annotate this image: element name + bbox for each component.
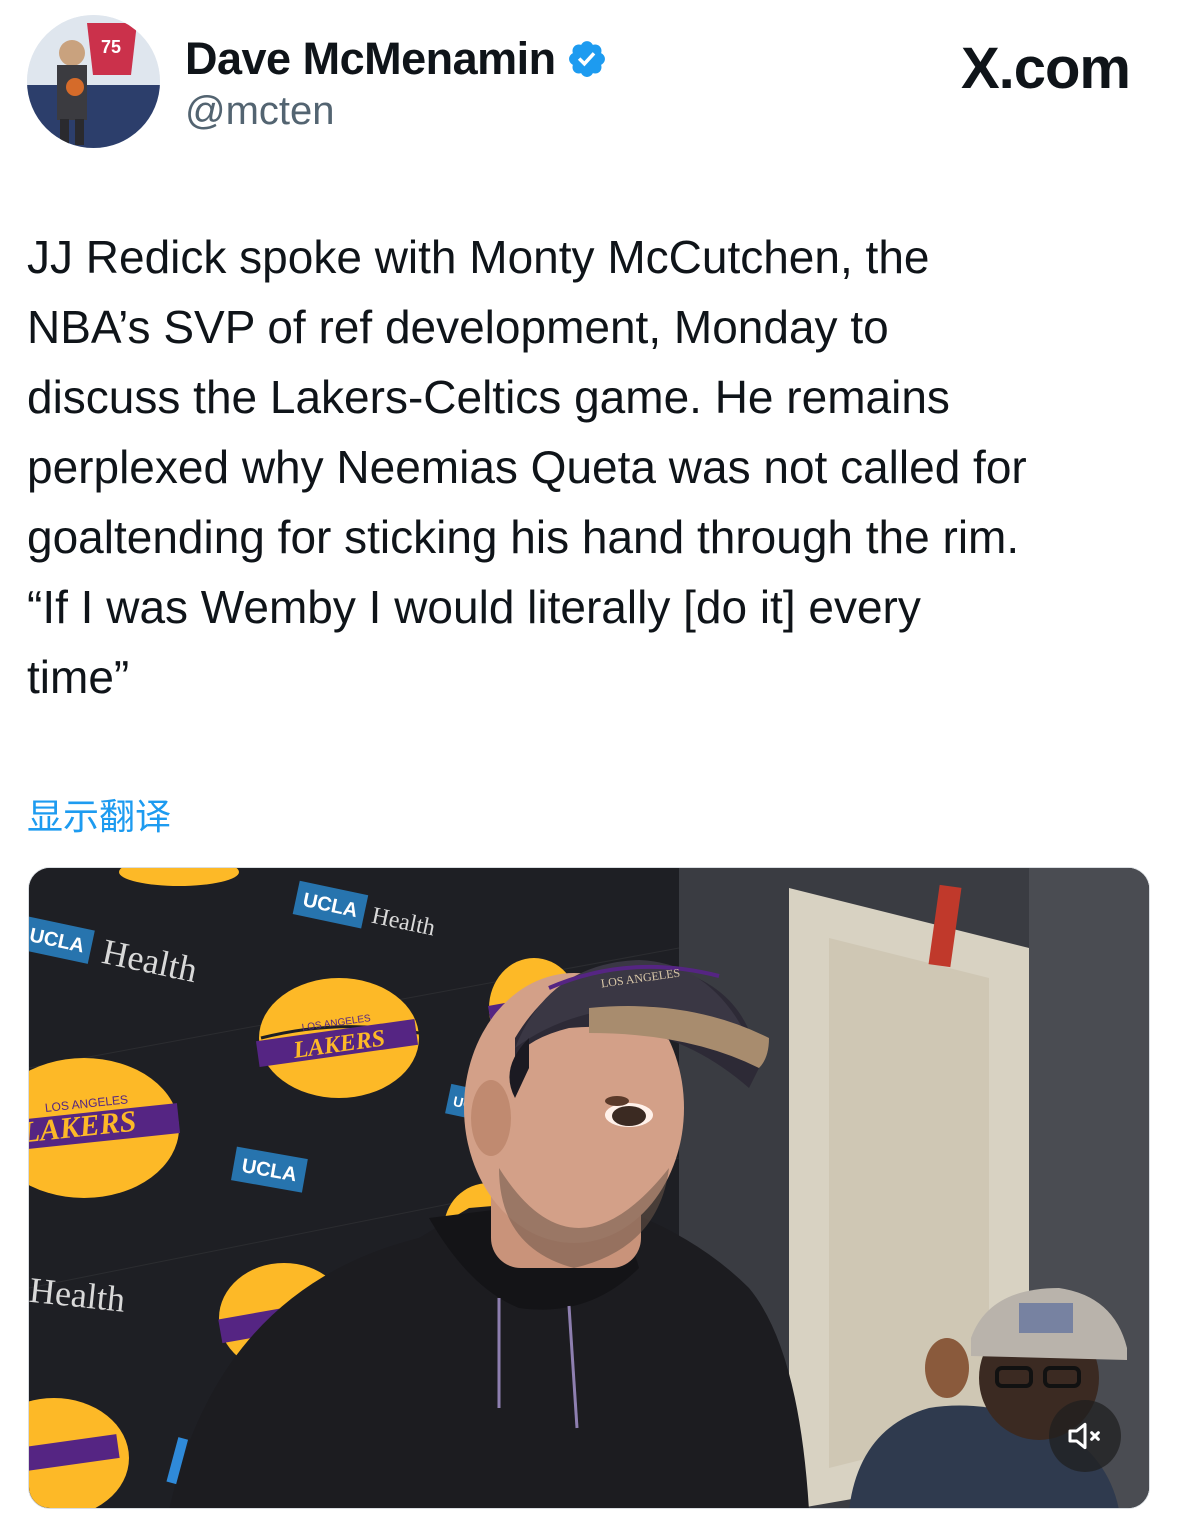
mute-toggle-button[interactable] bbox=[1049, 1400, 1121, 1472]
tweet-line: “If I was Wemby I would literally [do it… bbox=[27, 581, 921, 633]
tweet-line: NBA’s SVP of ref development, Monday to bbox=[27, 301, 889, 353]
user-handle[interactable]: @mcten bbox=[185, 89, 335, 134]
verified-badge-icon bbox=[568, 41, 605, 77]
tweet-line: JJ Redick spoke with Monty McCutchen, th… bbox=[27, 231, 930, 283]
tweet-line: perplexed why Neemias Queta was not call… bbox=[27, 441, 1027, 493]
speaker-muted-icon bbox=[1068, 1422, 1100, 1450]
display-name[interactable]: Dave McMenamin bbox=[185, 33, 556, 85]
avatar[interactable]: 75 bbox=[27, 15, 160, 148]
avatar-badge-text: 75 bbox=[101, 37, 121, 57]
avatar-image: 75 bbox=[27, 15, 160, 148]
show-translation-link[interactable]: 显示翻译 bbox=[27, 788, 171, 840]
tweet-video[interactable]: UCLA Health UCLA Health UCLA UCLA Health… bbox=[28, 867, 1150, 1509]
display-name-row: Dave McMenamin bbox=[185, 33, 608, 85]
tweet-text: JJ Redick spoke with Monty McCutchen, th… bbox=[27, 222, 1157, 712]
tweet-line: discuss the Lakers-Celtics game. He rema… bbox=[27, 371, 950, 423]
tweet-line: time” bbox=[27, 651, 130, 703]
tweet-header: 75 Dave McMenamin @mcten X.com bbox=[27, 15, 1152, 150]
tweet-line: goaltending for sticking his hand throug… bbox=[27, 511, 1020, 563]
video-frame: UCLA Health UCLA Health UCLA UCLA Health… bbox=[29, 868, 1149, 1508]
x-brand-watermark: X.com bbox=[960, 36, 1131, 101]
